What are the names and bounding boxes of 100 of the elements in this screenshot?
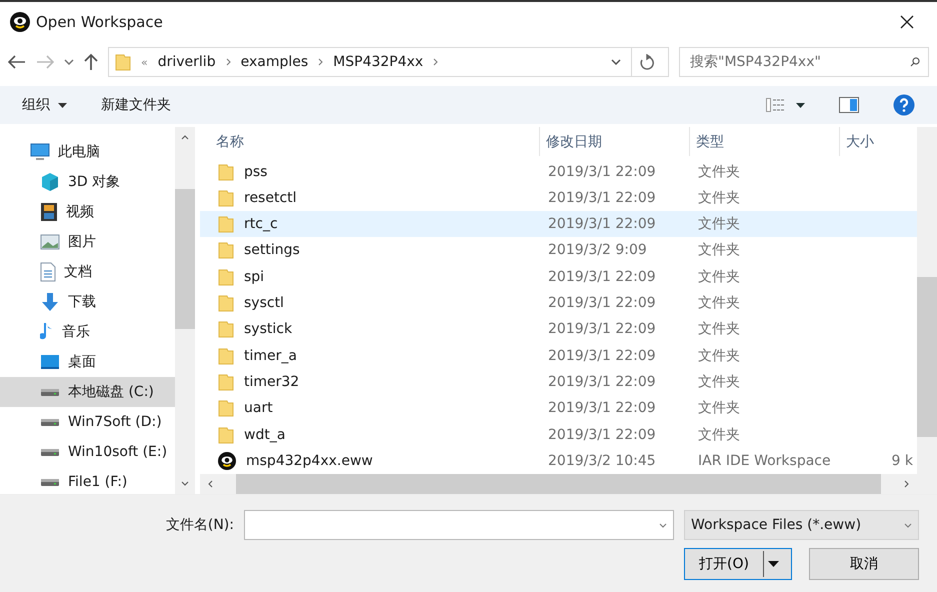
- file-row[interactable]: timer_a 2019/3/1 22:09 文件夹: [200, 342, 917, 369]
- window-title: Open Workspace: [36, 13, 164, 31]
- overflow-chevron[interactable]: «: [141, 56, 148, 68]
- file-type: 文件夹: [698, 242, 740, 258]
- chevron-down-icon: [659, 522, 667, 528]
- file-type: 文件夹: [698, 216, 740, 232]
- sidebar-item[interactable]: 本地磁盘 (C:): [0, 377, 175, 407]
- file-name: timer32: [244, 374, 300, 390]
- breadcrumb[interactable]: driverlib: [158, 54, 216, 70]
- modified-date: 2019/3/1 22:09: [548, 295, 656, 312]
- search-field[interactable]: 搜索"MSP432P4xx": [679, 47, 929, 77]
- file-row[interactable]: timer32 2019/3/1 22:09 文件夹: [200, 368, 917, 396]
- horizontal-scrollbar[interactable]: [200, 474, 917, 494]
- sidebar-item[interactable]: 下载: [0, 287, 175, 317]
- dropdown-arrow-icon: [58, 102, 67, 108]
- file-name: systick: [244, 321, 292, 338]
- modified-date: 2019/3/1 22:09: [548, 268, 656, 285]
- file-row[interactable]: resetctl 2019/3/1 22:09 文件夹: [200, 184, 917, 212]
- file-name: spi: [244, 268, 264, 285]
- file-row[interactable]: spi 2019/3/1 22:09 文件夹: [200, 264, 917, 290]
- file-row[interactable]: sysctl 2019/3/1 22:09 文件夹: [200, 290, 917, 316]
- file-type-dropdown[interactable]: Workspace Files (*.eww): [684, 510, 919, 540]
- sidebar-item[interactable]: 视频: [0, 197, 175, 227]
- file-row[interactable]: systick 2019/3/1 22:09 文件夹: [200, 316, 917, 343]
- sidebar-item[interactable]: 桌面: [0, 347, 175, 377]
- file-type: 文件夹: [698, 348, 740, 364]
- chevron-right-icon: [226, 58, 231, 66]
- down-arrow-icon: [40, 292, 60, 312]
- sidebar-scrollbar[interactable]: [175, 127, 195, 494]
- file-type: 文件夹: [698, 426, 740, 443]
- open-button[interactable]: 打开(O): [684, 548, 792, 580]
- sidebar-item[interactable]: Win7Soft (D:): [0, 407, 175, 437]
- file-name: settings: [244, 242, 300, 258]
- breadcrumb[interactable]: MSP432P4xx: [333, 54, 424, 70]
- modified-date: 2019/3/2 9:09: [548, 242, 647, 258]
- sidebar-item[interactable]: 文档: [0, 257, 175, 287]
- column-header[interactable]: 名称: [200, 127, 540, 156]
- sidebar-item[interactable]: Win10soft (E:): [0, 437, 175, 467]
- breadcrumb[interactable]: examples: [240, 54, 308, 70]
- file-row[interactable]: pss 2019/3/1 22:09 文件夹: [200, 158, 917, 185]
- modified-date: 2019/3/1 22:09: [548, 374, 656, 390]
- picture-icon: [40, 234, 60, 250]
- up-button[interactable]: [84, 53, 98, 71]
- view-options-icon[interactable]: [766, 98, 786, 112]
- file-row[interactable]: wdt_a 2019/3/1 22:09 文件夹: [200, 421, 917, 448]
- search-input[interactable]: 搜索"MSP432P4xx": [688, 53, 910, 71]
- file-name: uart: [244, 400, 273, 416]
- film-strip-icon: [40, 202, 58, 222]
- folder-icon: [218, 320, 234, 338]
- preview-pane-icon[interactable]: [839, 97, 859, 113]
- chevron-down-icon: [904, 522, 912, 528]
- file-row[interactable]: uart 2019/3/1 22:09 文件夹: [200, 395, 917, 422]
- file-size: 9 k: [892, 452, 913, 469]
- sidebar-item[interactable]: 3D 对象: [0, 167, 175, 197]
- music-note-icon: [40, 322, 54, 342]
- refresh-icon[interactable]: [640, 54, 654, 70]
- close-icon: [900, 15, 914, 29]
- column-header[interactable]: 大小: [840, 127, 917, 156]
- list-scrollbar[interactable]: [917, 127, 937, 494]
- file-row[interactable]: rtc_c 2019/3/1 22:09 文件夹: [200, 211, 917, 238]
- file-row[interactable]: msp432p4xx.eww 2019/3/2 10:45 IAR IDE Workspace 9 k: [200, 448, 917, 474]
- organize-menu[interactable]: 组织: [22, 96, 67, 114]
- file-name: resetctl: [244, 190, 297, 206]
- address-bar[interactable]: « driverlib examples MSP432P4xx: [108, 47, 669, 77]
- sidebar-item[interactable]: 图片: [0, 227, 175, 257]
- sidebar-item[interactable]: File1 (F:): [0, 467, 175, 497]
- new-folder-button[interactable]: 新建文件夹: [101, 96, 171, 114]
- chevron-down-icon: [611, 59, 621, 65]
- help-icon[interactable]: [893, 94, 915, 116]
- chevron-right-icon: [433, 58, 438, 66]
- folder-icon: [218, 399, 234, 418]
- dropdown-arrow-icon[interactable]: [796, 102, 805, 108]
- folder-icon: [218, 294, 234, 312]
- filename-field[interactable]: [244, 510, 674, 540]
- workspace-file-icon: [218, 452, 236, 470]
- sidebar-item[interactable]: 音乐: [0, 317, 175, 347]
- dropdown-arrow-icon: [768, 561, 779, 567]
- column-header[interactable]: 修改日期: [540, 127, 690, 156]
- file-type: 文件夹: [698, 268, 740, 285]
- file-row[interactable]: settings 2019/3/2 9:09 文件夹: [200, 237, 917, 264]
- column-header[interactable]: 类型: [690, 127, 840, 156]
- file-name: msp432p4xx.eww: [246, 452, 373, 469]
- app-logo-icon: [10, 12, 30, 32]
- file-type: 文件夹: [698, 374, 740, 390]
- monitor-icon: [30, 143, 50, 161]
- sidebar-item[interactable]: 此电脑: [0, 137, 175, 167]
- recent-locations-button[interactable]: [64, 59, 74, 65]
- file-type: 文件夹: [698, 295, 740, 312]
- cancel-button[interactable]: 取消: [809, 548, 919, 580]
- drive-icon: [40, 417, 60, 427]
- document-icon: [40, 262, 56, 282]
- file-name: sysctl: [244, 295, 284, 312]
- drive-icon: [40, 447, 60, 457]
- file-type: IAR IDE Workspace: [698, 452, 831, 469]
- file-name: timer_a: [244, 348, 297, 364]
- chevron-right-icon: [318, 58, 324, 66]
- folder-icon: [218, 372, 234, 391]
- desktop-icon: [40, 354, 60, 370]
- back-button[interactable]: [8, 55, 26, 69]
- folder-icon: [218, 426, 234, 444]
